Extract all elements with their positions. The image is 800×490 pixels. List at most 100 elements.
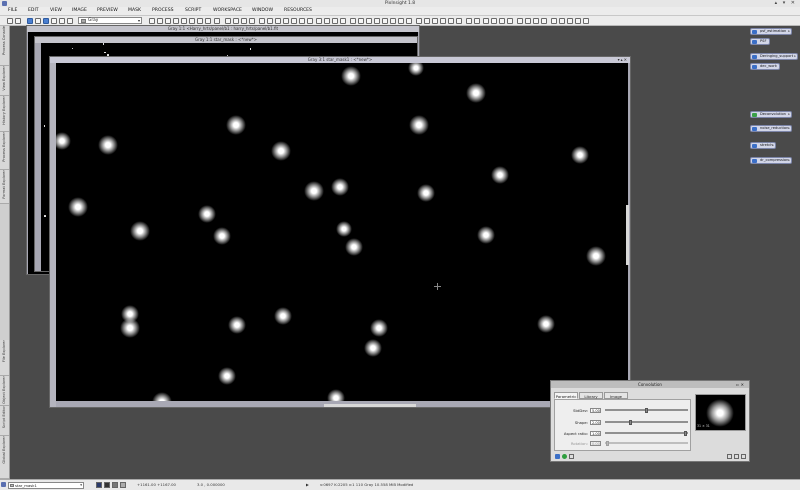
workspace-3-icon[interactable] <box>533 17 539 24</box>
monitor-3-icon[interactable] <box>499 17 505 24</box>
menu-preview[interactable]: PREVIEW <box>97 7 118 15</box>
zoom-1to1-icon[interactable] <box>241 17 247 24</box>
layout-icon[interactable] <box>432 17 438 24</box>
color-mode-icon[interactable] <box>112 482 118 488</box>
info-icon[interactable] <box>448 17 454 24</box>
apply-icon[interactable] <box>562 454 567 459</box>
tab-parametric[interactable]: Parametric <box>554 392 578 399</box>
monitor-4-icon[interactable] <box>507 17 513 24</box>
monitor-1-icon[interactable] <box>483 17 489 24</box>
display-mode-icon[interactable] <box>259 17 265 24</box>
show-mask-icon[interactable] <box>316 17 322 24</box>
image-canvas[interactable] <box>56 63 628 401</box>
restore-all-icon[interactable] <box>583 17 589 24</box>
minimize-all-icon[interactable] <box>575 17 581 24</box>
aspect-ratio-field[interactable]: 1.00 <box>590 431 601 436</box>
documentation-icon[interactable] <box>734 454 739 459</box>
rgb-mode-icon[interactable] <box>96 482 102 488</box>
process-icon[interactable] <box>366 17 372 24</box>
menu-window[interactable]: WINDOW <box>252 7 273 15</box>
aspect-ratio-slider-knob[interactable] <box>684 431 687 436</box>
info-icon[interactable] <box>727 454 732 459</box>
stddev-field[interactable]: 5.00 <box>590 408 601 413</box>
tab-file-explorer[interactable]: File Explorer <box>0 340 9 376</box>
tab-format-explorer[interactable]: Format Explorer <box>0 170 9 204</box>
menu-edit[interactable]: EDIT <box>28 7 39 15</box>
menu-view[interactable]: VIEW <box>50 7 62 15</box>
open-icon[interactable] <box>27 17 33 24</box>
cascade-icon[interactable] <box>559 17 565 24</box>
readout-icon[interactable] <box>189 17 195 24</box>
edit-preview-icon[interactable] <box>205 17 211 24</box>
move-icon[interactable] <box>173 17 179 24</box>
zoom-fit-icon[interactable] <box>249 17 255 24</box>
menu-process[interactable]: PROCESS <box>152 7 174 15</box>
save-icon[interactable] <box>35 17 41 24</box>
vertical-scrollbar[interactable] <box>626 205 629 265</box>
settings-icon[interactable] <box>424 17 430 24</box>
menu-image[interactable]: IMAGE <box>72 7 87 15</box>
zoom-in-icon[interactable] <box>225 17 231 24</box>
tab-script-editor[interactable]: Script Editor <box>0 406 9 436</box>
invert-mask-icon[interactable] <box>324 17 330 24</box>
zoom-out-icon[interactable] <box>233 17 239 24</box>
overlay-icon[interactable] <box>466 17 472 24</box>
process-icon-psf-estimation[interactable]: psf_estimation ▸ <box>750 28 792 35</box>
shape-slider[interactable] <box>605 420 688 425</box>
view-explorer-icon[interactable] <box>1 482 6 487</box>
channel-icon[interactable] <box>398 17 404 24</box>
cursor-icon[interactable] <box>149 17 155 24</box>
menu-resources[interactable]: RESOURCES <box>284 7 312 15</box>
script-editor-icon[interactable] <box>358 17 364 24</box>
tab-object-explorer[interactable]: Object Explorer <box>0 376 9 406</box>
explorer-icon[interactable] <box>406 17 412 24</box>
undo-icon[interactable] <box>7 17 13 24</box>
alpha-channel-icon[interactable] <box>299 17 305 24</box>
stf-icon[interactable] <box>307 17 313 24</box>
preferences-icon[interactable] <box>440 17 446 24</box>
zoom-icon[interactable] <box>165 17 171 24</box>
tab-history-explorer[interactable]: History Explorer <box>0 96 9 132</box>
process-icon-noise-reduction[interactable]: noise_reduction ▸ <box>750 125 792 132</box>
workspace-4-icon[interactable] <box>541 17 547 24</box>
gray-mode-icon[interactable] <box>104 482 110 488</box>
view-selector[interactable]: Gray ▾ <box>78 17 142 24</box>
favorites-icon[interactable] <box>416 17 422 24</box>
track-view-icon[interactable] <box>350 17 356 24</box>
help-icon[interactable] <box>456 17 462 24</box>
menu-script[interactable]: SCRIPT <box>185 7 201 15</box>
tab-image[interactable]: Image <box>604 392 628 399</box>
luminance-icon[interactable] <box>291 17 297 24</box>
red-channel-icon[interactable] <box>267 17 273 24</box>
tab-global-explorer[interactable]: Global Explorer <box>0 436 9 479</box>
tile-icon[interactable] <box>551 17 557 24</box>
fit-view-icon[interactable] <box>214 17 220 24</box>
dialog-window-buttons[interactable]: ▫✕ <box>736 381 746 388</box>
menu-mask[interactable]: MASK <box>128 7 141 15</box>
tab-process-explorer[interactable]: Process Explorer <box>0 132 9 170</box>
luminance-mode-icon[interactable] <box>120 482 126 488</box>
menu-workspace[interactable]: WORKSPACE <box>213 7 242 15</box>
process-icon-stretch[interactable]: stretch ▸ <box>750 142 776 149</box>
new-preview-icon[interactable] <box>197 17 203 24</box>
workspace-1-icon[interactable] <box>517 17 523 24</box>
apply-global-icon[interactable] <box>569 454 574 459</box>
stddev-slider-knob[interactable] <box>645 408 648 413</box>
horizontal-scrollbar[interactable] <box>324 404 416 407</box>
close-image-icon[interactable] <box>59 17 65 24</box>
status-view-selector[interactable]: star_mask1 ▾ <box>8 481 84 489</box>
remove-mask-icon[interactable] <box>340 17 346 24</box>
process-icon-dec-work[interactable]: dec_work <box>750 63 780 70</box>
image-window-star-mask1[interactable]: Gray 3:1 star_mask1 : <*new*> ▾▴✕ <box>49 56 631 408</box>
reset-icon[interactable] <box>741 454 746 459</box>
process-icon-deringing-support[interactable]: Deringing_support ▸ <box>750 53 798 60</box>
tab-view-explorer[interactable]: View Explorer <box>0 66 9 96</box>
history-icon[interactable] <box>390 17 396 24</box>
new-image-icon[interactable] <box>43 17 49 24</box>
tab-library[interactable]: Library <box>579 392 603 399</box>
abort-icon[interactable] <box>382 17 388 24</box>
icons-icon[interactable] <box>567 17 573 24</box>
aspect-ratio-slider[interactable] <box>605 431 688 436</box>
process-icon-dr-compression[interactable]: dr_compression ▸ <box>750 157 792 164</box>
rgb-channel-icon[interactable] <box>67 17 73 24</box>
